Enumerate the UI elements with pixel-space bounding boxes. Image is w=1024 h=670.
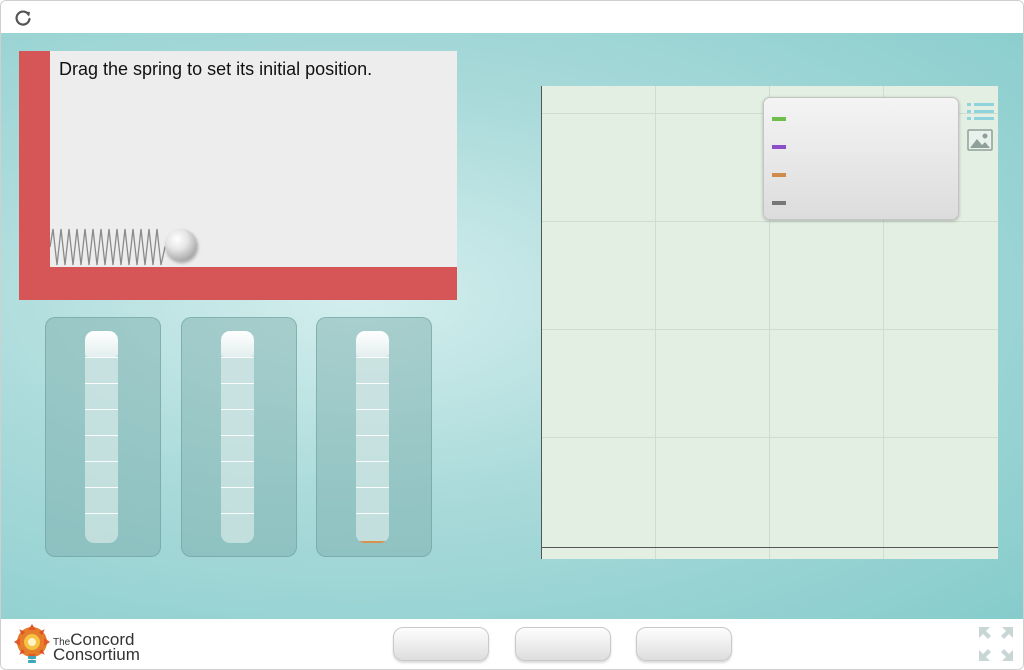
floor xyxy=(19,267,457,300)
bar-cap xyxy=(85,331,118,357)
bar-tick xyxy=(221,513,254,514)
bottom-bar: TheConcord Consortium xyxy=(1,619,1023,669)
bar-tick xyxy=(221,383,254,384)
bar-tick xyxy=(356,357,389,358)
y-axis xyxy=(541,86,542,559)
graph-legend[interactable] xyxy=(763,97,959,220)
top-bar xyxy=(1,1,1023,33)
bar-track xyxy=(85,331,118,543)
bar-tick xyxy=(221,409,254,410)
concord-consortium-logo[interactable]: TheConcord Consortium xyxy=(13,623,163,667)
legend-swatch xyxy=(772,145,786,149)
list-icon[interactable] xyxy=(967,101,995,123)
bar-track xyxy=(356,331,389,543)
legend-swatch xyxy=(772,201,786,205)
grid-line xyxy=(541,329,998,330)
bar-tick xyxy=(85,409,118,410)
spring[interactable] xyxy=(50,227,170,267)
grid-line xyxy=(655,86,656,559)
bar-track xyxy=(221,331,254,543)
bar-tick xyxy=(356,461,389,462)
legend-swatch xyxy=(772,173,786,177)
bar-tick xyxy=(85,383,118,384)
app-window: Drag the spring to set its initial posit… xyxy=(0,0,1024,670)
bar-tick xyxy=(356,409,389,410)
reload-icon[interactable] xyxy=(13,8,33,28)
bar-tick xyxy=(221,435,254,436)
grid-line xyxy=(541,221,998,222)
bar-tick xyxy=(85,435,118,436)
bar-graph-3 xyxy=(316,317,432,557)
bar-tick xyxy=(85,461,118,462)
bar-tick xyxy=(221,357,254,358)
bar-tick xyxy=(85,357,118,358)
interactive-stage: Drag the spring to set its initial posit… xyxy=(1,33,1023,619)
control-button-2[interactable] xyxy=(515,627,611,661)
bar-tick xyxy=(221,487,254,488)
x-axis xyxy=(541,547,998,548)
bar-graph-2 xyxy=(181,317,297,557)
instruction-text: Drag the spring to set its initial posit… xyxy=(59,59,373,79)
bar-cap xyxy=(356,331,389,357)
control-button-3[interactable] xyxy=(636,627,732,661)
bar-tick xyxy=(85,487,118,488)
grid-line xyxy=(541,437,998,438)
bar-tick xyxy=(356,513,389,514)
bar-tick xyxy=(356,435,389,436)
spring-simulation: Drag the spring to set its initial posit… xyxy=(19,51,457,300)
bar-fill xyxy=(356,541,389,543)
control-button-1[interactable] xyxy=(393,627,489,661)
lightbulb-logo-icon xyxy=(14,624,50,663)
fullscreen-icon[interactable] xyxy=(977,625,1015,663)
bar-cap xyxy=(221,331,254,357)
ball[interactable] xyxy=(165,229,197,261)
bar-tick xyxy=(221,461,254,462)
logo-line-2: Consortium xyxy=(53,645,140,664)
left-wall xyxy=(19,51,50,300)
bar-tick xyxy=(85,513,118,514)
image-icon[interactable] xyxy=(967,129,993,151)
bar-tick xyxy=(356,383,389,384)
bar-tick xyxy=(356,487,389,488)
bar-graph-1 xyxy=(45,317,161,557)
legend-swatch xyxy=(772,117,786,121)
